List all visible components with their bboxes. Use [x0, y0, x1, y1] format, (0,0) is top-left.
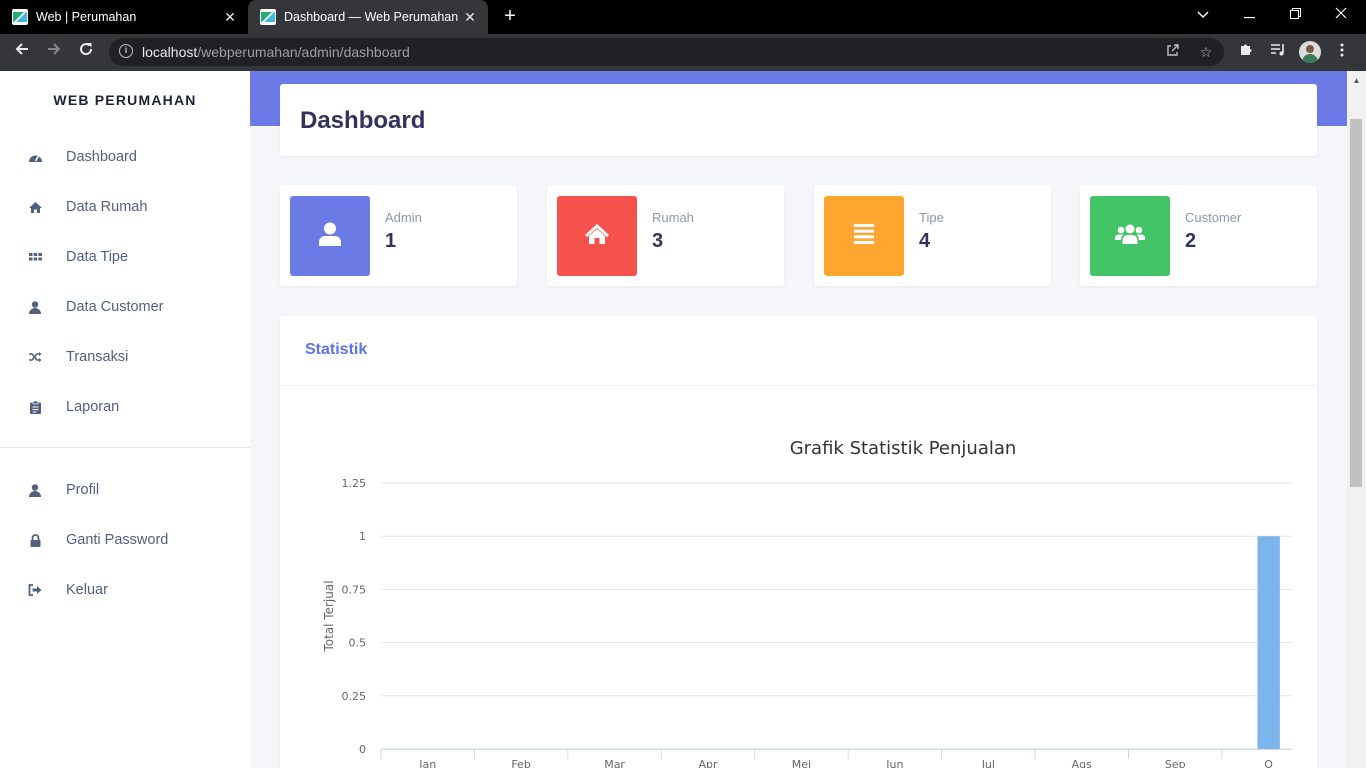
y-tick-label: 0.5 — [349, 637, 367, 650]
stat-value: 3 — [652, 230, 664, 252]
browser-toolbar: i localhost/webperumahan/admin/dashboard… — [0, 34, 1366, 71]
kebab-menu-icon[interactable] — [1331, 42, 1353, 64]
y-tick-label: 1 — [359, 530, 366, 543]
sidebar-item-data-rumah[interactable]: Data Rumah — [0, 187, 250, 227]
tab-search-chevron-icon[interactable] — [1180, 0, 1226, 34]
arrow-right-icon[interactable] — [41, 40, 67, 66]
site-favicon-icon — [12, 9, 28, 25]
tab-title: Dashboard — Web Perumahan — [284, 10, 458, 24]
page-title: Dashboard — [300, 107, 426, 134]
bar-O — [1257, 536, 1280, 749]
reload-icon[interactable] — [73, 40, 99, 66]
y-tick-label: 1.25 — [342, 477, 367, 490]
shuffle-icon — [27, 349, 43, 365]
y-tick-label: 0.75 — [342, 583, 367, 596]
restore-window-icon[interactable] — [1272, 0, 1318, 34]
stat-card-tipe: Tipe 4 — [814, 185, 1051, 286]
chart-title: Grafik Statistik Penjualan — [790, 438, 1017, 459]
page-viewport: WEB PERUMAHAN Dashboard Data Rumah Data … — [0, 71, 1366, 768]
stat-value: 4 — [919, 230, 931, 252]
stat-icon-box — [824, 196, 904, 276]
sidebar-item-data-tipe[interactable]: Data Tipe — [0, 237, 250, 277]
x-tick-label: Sep — [1165, 758, 1186, 768]
stat-card-customer: Customer 2 — [1080, 185, 1317, 286]
x-tick-label: Ags — [1072, 758, 1093, 768]
clipboard-icon — [27, 399, 43, 415]
x-tick-label: Jul — [981, 758, 995, 768]
scroll-up-arrow-icon[interactable]: ▲ — [1347, 74, 1366, 88]
tab-close-icon[interactable]: ✕ — [458, 9, 482, 26]
x-tick-label: Feb — [511, 758, 530, 768]
stat-value: 1 — [385, 230, 397, 252]
tab-title: Web | Perumahan — [36, 10, 137, 24]
star-icon[interactable]: ☆ — [1196, 42, 1216, 62]
sidebar-item-laporan[interactable]: Laporan — [0, 387, 250, 427]
stat-card-rumah: Rumah 3 — [547, 185, 784, 286]
sidebar-item-data-customer[interactable]: Data Customer — [0, 287, 250, 327]
share-icon[interactable] — [1163, 42, 1183, 62]
sign-out-icon — [27, 582, 43, 598]
stat-label: Rumah — [652, 210, 694, 225]
x-tick-label: Apr — [699, 758, 719, 768]
home-icon — [584, 223, 610, 250]
statistik-header: Statistik — [280, 316, 1317, 386]
sidebar-item-keluar[interactable]: Keluar — [0, 570, 250, 610]
sidebar-item-profil[interactable]: Profil — [0, 470, 250, 510]
site-favicon-icon — [260, 9, 276, 25]
sales-bar-chart: Grafik Statistik Penjualan 0 0.25 0.5 0.75 1 1… — [322, 438, 1292, 768]
y-tick-label: 0 — [359, 743, 366, 756]
stat-icon-box — [557, 196, 637, 276]
profile-avatar[interactable] — [1299, 41, 1321, 63]
url-text: localhost/webperumahan/admin/dashboard — [142, 44, 410, 60]
user-icon — [319, 222, 341, 251]
new-tab-plus-icon[interactable]: + — [498, 5, 522, 29]
y-axis-label: Total Terjual — [322, 580, 336, 652]
stat-icon-box — [290, 196, 370, 276]
brand-title[interactable]: WEB PERUMAHAN — [0, 92, 250, 108]
x-tick-label: O — [1264, 758, 1273, 768]
y-tick-label: 0.25 — [342, 690, 367, 703]
site-info-icon[interactable]: i — [119, 44, 133, 58]
sidebar-divider — [0, 447, 250, 448]
home-icon — [27, 199, 43, 215]
x-tick-label: Mei — [792, 758, 811, 768]
close-window-icon[interactable] — [1318, 0, 1364, 34]
stat-label: Tipe — [919, 210, 944, 225]
list-icon — [854, 223, 874, 249]
user-icon — [27, 299, 43, 315]
address-bar[interactable]: i localhost/webperumahan/admin/dashboard… — [109, 38, 1224, 66]
sidebar-item-transaksi[interactable]: Transaksi — [0, 337, 250, 377]
statistik-card: Statistik Grafik Statistik Penjualan 0 0.2… — [280, 316, 1317, 768]
page-scrollbar[interactable]: ▲ — [1347, 71, 1366, 768]
browser-tab-2[interactable]: Dashboard — Web Perumahan ✕ — [248, 0, 488, 34]
page-header-card: Dashboard — [280, 84, 1317, 156]
sidebar-item-ganti-password[interactable]: Ganti Password — [0, 520, 250, 560]
x-tick-label: Jan — [418, 758, 436, 768]
sidebar: WEB PERUMAHAN Dashboard Data Rumah Data … — [0, 71, 250, 768]
stat-label: Admin — [385, 210, 422, 225]
sidebar-item-dashboard[interactable]: Dashboard — [0, 137, 250, 177]
x-tick-label: Jun — [885, 758, 903, 768]
minimize-window-icon[interactable] — [1226, 0, 1272, 34]
puzzle-icon[interactable] — [1235, 42, 1257, 64]
stat-label: Customer — [1185, 210, 1242, 225]
arrow-left-icon[interactable] — [9, 40, 35, 66]
user-icon — [27, 482, 43, 498]
x-tick-label: Mar — [604, 758, 625, 768]
tachometer-icon — [27, 149, 43, 165]
media-queue-icon[interactable] — [1267, 42, 1289, 64]
tab-close-icon[interactable]: ✕ — [218, 9, 242, 26]
scrollbar-thumb[interactable] — [1350, 119, 1362, 487]
grid-icon — [27, 249, 43, 265]
stat-icon-box — [1090, 196, 1170, 276]
browser-tab-1[interactable]: Web | Perumahan ✕ — [0, 0, 248, 34]
statistik-heading: Statistik — [305, 341, 368, 358]
lock-icon — [27, 532, 43, 548]
stat-card-admin: Admin 1 — [280, 185, 517, 286]
stat-value: 2 — [1185, 230, 1197, 252]
users-icon — [1115, 224, 1145, 249]
browser-tabstrip: Web | Perumahan ✕ Dashboard — Web Peruma… — [0, 0, 1366, 34]
